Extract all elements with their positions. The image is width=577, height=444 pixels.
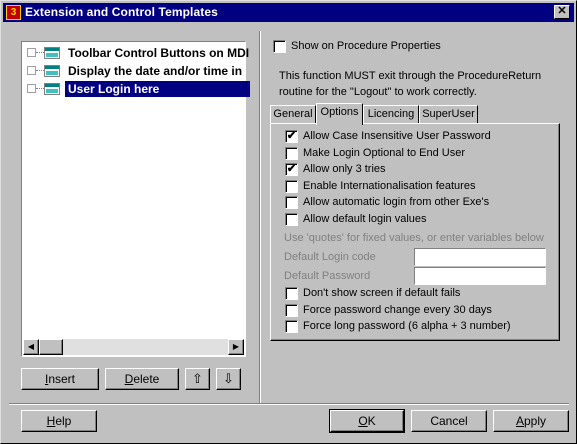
tree-expander-icon[interactable] — [27, 84, 36, 93]
insert-button[interactable]: Insert — [21, 368, 99, 390]
option-checkbox[interactable]: Allow default login values — [285, 211, 555, 227]
checkbox-box[interactable] — [285, 320, 298, 333]
tab-licencing[interactable]: Licencing — [363, 105, 419, 124]
defaults-hint: Use 'quotes' for fixed values, or enter … — [284, 232, 544, 244]
template-tree[interactable]: Toolbar Control Buttons on MDI Display t… — [21, 41, 250, 357]
option-label: Make Login Optional to End User — [303, 146, 466, 159]
tree-item-label: Toolbar Control Buttons on MDI — [68, 46, 250, 60]
checkbox-box[interactable] — [273, 40, 286, 53]
scroll-right-icon[interactable]: ▶ — [228, 339, 244, 355]
up-arrow-icon: ⇧ — [192, 371, 203, 386]
insert-label: Insert — [44, 372, 76, 386]
default-password-input[interactable] — [414, 267, 546, 285]
delete-label: Delete — [124, 372, 160, 386]
default-password-label: Default Password — [284, 270, 371, 282]
template-icon — [44, 65, 60, 77]
tree-item-label: User Login here — [65, 81, 250, 97]
cancel-label: Cancel — [430, 414, 468, 428]
checkbox-box[interactable] — [285, 303, 298, 317]
tree-expander-icon[interactable] — [27, 66, 36, 75]
tree-item-selected[interactable]: User Login here — [24, 81, 254, 97]
tab-superuser[interactable]: SuperUser — [419, 105, 478, 124]
window-title: Extension and Control Templates — [25, 5, 218, 19]
option-label: Enable Internationalisation features — [303, 179, 476, 192]
horizontal-divider — [9, 403, 569, 405]
option-checkbox[interactable]: ✔ Allow Case Insensitive User Password — [285, 128, 555, 144]
dialog-window: 3 Extension and Control Templates ✕ Tool… — [0, 0, 577, 444]
checkmark-icon[interactable]: ✔ — [285, 130, 298, 143]
scroll-left-icon[interactable]: ◀ — [23, 339, 39, 355]
tree-item-label: Display the date and/or time in — [68, 64, 243, 78]
delete-button[interactable]: Delete — [105, 368, 179, 390]
apply-label: Apply — [515, 414, 547, 428]
template-icon — [44, 47, 60, 59]
option-label: Allow Case Insensitive User Password — [303, 130, 491, 142]
option-checkbox[interactable]: Force long password (6 alpha + 3 number) — [285, 318, 555, 334]
checkbox-box[interactable] — [285, 212, 298, 226]
checkmark-icon[interactable]: ✔ — [285, 163, 298, 176]
scroll-thumb[interactable] — [39, 339, 63, 355]
checkbox-label: Show on Procedure Properties — [291, 40, 441, 52]
default-login-code-input[interactable] — [414, 248, 546, 266]
help-button[interactable]: Help — [21, 410, 97, 432]
horizontal-scrollbar[interactable]: ◀ ▶ — [23, 339, 244, 355]
option-checkbox[interactable]: Enable Internationalisation features — [285, 178, 555, 194]
ok-label: OK — [358, 414, 376, 428]
move-up-button[interactable]: ⇧ — [185, 368, 210, 390]
checkbox-box[interactable] — [285, 179, 298, 193]
option-checkbox[interactable]: Make Login Optional to End User — [285, 145, 555, 161]
checkbox-box[interactable] — [285, 146, 298, 160]
default-login-code-label: Default Login code — [284, 251, 376, 263]
checkbox-box[interactable] — [285, 196, 298, 209]
tab-general[interactable]: General — [270, 105, 316, 124]
option-label: Allow only 3 tries — [303, 163, 386, 175]
ok-button[interactable]: OK — [329, 409, 405, 433]
apply-button[interactable]: Apply — [493, 410, 569, 432]
options-panel: ✔ Allow Case Insensitive User Password Mak… — [270, 123, 560, 341]
move-down-button[interactable]: ⇩ — [216, 368, 241, 390]
tree-item[interactable]: Toolbar Control Buttons on MDI — [24, 45, 254, 61]
title-bar[interactable]: 3 Extension and Control Templates ✕ — [3, 3, 574, 22]
info-text: This function MUST exit through the Proc… — [279, 70, 542, 98]
down-arrow-icon: ⇩ — [223, 371, 234, 386]
checkbox-box[interactable] — [285, 287, 298, 300]
vertical-divider — [259, 31, 261, 403]
option-checkbox[interactable]: Don't show screen if default fails — [285, 285, 555, 301]
help-label: Help — [46, 414, 72, 428]
option-checkbox[interactable]: ✔ Allow only 3 tries — [285, 161, 555, 177]
app-icon: 3 — [6, 5, 21, 20]
option-checkbox[interactable]: Allow automatic login from other Exe's — [285, 194, 555, 210]
option-label: Allow automatic login from other Exe's — [303, 196, 490, 208]
show-on-procedure-checkbox[interactable]: Show on Procedure Properties — [273, 38, 533, 54]
cancel-button[interactable]: Cancel — [411, 410, 487, 432]
tree-expander-icon[interactable] — [27, 48, 36, 57]
template-icon — [44, 83, 60, 95]
tree-item[interactable]: Display the date and/or time in — [24, 63, 254, 79]
option-label: Don't show screen if default fails — [303, 287, 461, 299]
option-label: Force long password (6 alpha + 3 number) — [303, 320, 511, 332]
tab-options[interactable]: Options — [316, 103, 363, 125]
option-label: Force password change every 30 days — [303, 303, 492, 316]
option-label: Allow default login values — [303, 212, 427, 225]
close-button[interactable]: ✕ — [554, 5, 570, 19]
option-checkbox[interactable]: Force password change every 30 days — [285, 302, 555, 318]
